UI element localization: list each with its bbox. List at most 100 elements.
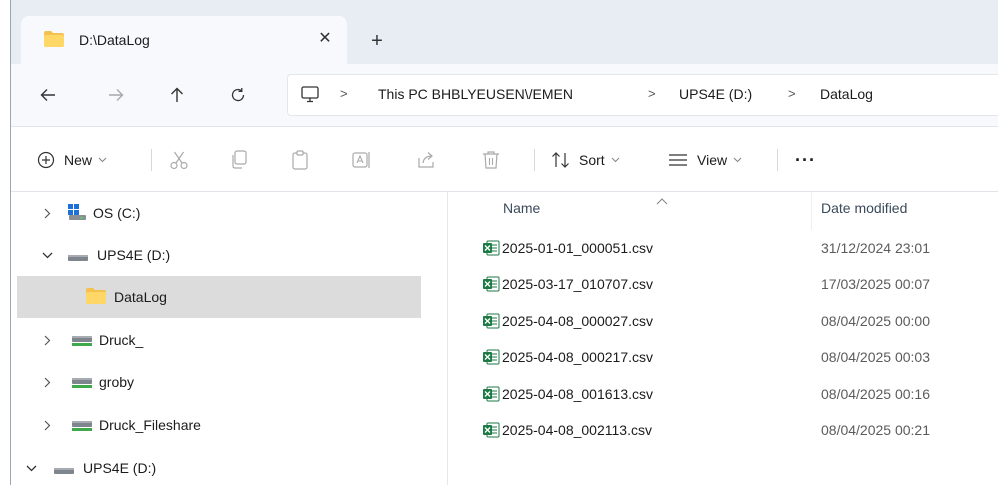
- file-date-modified: 08/04/2025 00:03: [821, 349, 930, 366]
- breadcrumb-drive[interactable]: UPS4E (D:): [679, 86, 752, 102]
- file-row[interactable]: 2025-03-17_010707.csv 17/03/2025 00:07: [448, 266, 998, 302]
- rename-button[interactable]: [349, 147, 375, 173]
- sort-icon: [552, 152, 569, 168]
- tab-close-button[interactable]: ✕: [313, 27, 337, 51]
- excel-csv-icon: [482, 421, 500, 442]
- file-date-modified: 17/03/2025 00:07: [821, 276, 930, 293]
- column-divider[interactable]: [811, 192, 812, 230]
- view-button[interactable]: View: [668, 147, 742, 173]
- sidebar-item-ups4e-d-network[interactable]: UPS4E (D:): [11, 447, 447, 485]
- sidebar-item-label: OS (C:): [93, 205, 141, 221]
- chevron-right-icon[interactable]: [39, 417, 55, 433]
- title-bar: D:\DataLog ✕ +: [11, 0, 998, 64]
- new-button[interactable]: New: [37, 147, 107, 173]
- sidebar-item-label: groby: [99, 374, 135, 390]
- sort-button[interactable]: Sort: [551, 147, 620, 173]
- file-date-modified: 08/04/2025 00:16: [821, 385, 930, 402]
- share-icon: [418, 152, 434, 168]
- new-tab-button[interactable]: +: [363, 27, 391, 55]
- drive-icon: [53, 463, 75, 479]
- file-date-modified: 31/12/2024 23:01: [821, 240, 930, 256]
- forward-button[interactable]: [101, 80, 131, 110]
- chevron-down-icon[interactable]: [23, 460, 39, 476]
- excel-csv-icon: [482, 385, 500, 406]
- back-button[interactable]: [33, 80, 63, 110]
- new-label: New: [64, 152, 93, 168]
- refresh-button[interactable]: [223, 80, 253, 110]
- navigation-pane: OS (C:) UPS4E (D:) DataLog Druck_ groby …: [11, 192, 447, 485]
- view-label: View: [697, 152, 728, 168]
- sidebar-item-label: UPS4E (D:): [83, 460, 157, 476]
- excel-csv-icon: [482, 275, 500, 296]
- sidebar-item-label: UPS4E (D:): [97, 247, 171, 263]
- forward-arrow-icon: [109, 89, 124, 101]
- address-bar[interactable]: > This PC BHBLYEUSEN\/EMEN > UPS4E (D:) …: [287, 74, 998, 116]
- paste-button[interactable]: [287, 147, 313, 173]
- sort-label: Sort: [579, 152, 605, 168]
- up-button[interactable]: [162, 80, 192, 110]
- breadcrumb-separator: >: [340, 86, 348, 101]
- sidebar-item-ups4e-d[interactable]: UPS4E (D:): [11, 234, 447, 276]
- tab-datalog[interactable]: D:\DataLog ✕: [21, 16, 347, 64]
- windows-drive-icon: [67, 203, 87, 224]
- chevron-down-icon: [611, 157, 620, 163]
- file-row[interactable]: 2025-04-08_000027.csv 08/04/2025 00:00: [448, 303, 998, 339]
- cut-button[interactable]: [166, 147, 192, 173]
- chevron-right-icon[interactable]: [39, 205, 55, 221]
- column-header-name[interactable]: Name: [503, 200, 540, 216]
- rename-icon: [352, 152, 370, 168]
- file-name: 2025-04-08_002113.csv: [502, 422, 652, 438]
- sidebar-item-label: Druck_: [99, 332, 144, 348]
- excel-csv-icon: [482, 312, 500, 333]
- excel-csv-icon: [482, 239, 500, 260]
- sidebar-item-groby[interactable]: groby: [11, 361, 447, 403]
- sidebar-item-druck-fileshare[interactable]: Druck_Fileshare: [11, 404, 447, 446]
- view-lines-icon: [669, 154, 687, 166]
- sidebar-item-datalog[interactable]: DataLog: [17, 276, 421, 318]
- toolbar-divider: [534, 149, 535, 171]
- sidebar-item-os-c[interactable]: OS (C:): [11, 192, 447, 234]
- folder-icon: [43, 30, 65, 51]
- refresh-icon: [231, 88, 245, 102]
- file-list: Name Date modified 2025-01-01_000051.csv…: [448, 192, 998, 485]
- chevron-right-icon[interactable]: [39, 332, 55, 348]
- trash-icon: [483, 151, 499, 169]
- breadcrumb-separator: >: [648, 86, 656, 101]
- breadcrumb-datalog[interactable]: DataLog: [820, 86, 873, 102]
- drive-icon: [67, 250, 89, 266]
- file-row[interactable]: 2025-04-08_002113.csv 08/04/2025 00:21: [448, 412, 998, 448]
- chevron-down-icon[interactable]: [39, 247, 55, 263]
- command-bar: New Sort View ···: [11, 127, 998, 191]
- more-options-button[interactable]: ···: [795, 147, 816, 173]
- copy-button[interactable]: [226, 147, 252, 173]
- toolbar-divider: [151, 149, 152, 171]
- sidebar-item-label: DataLog: [114, 289, 167, 305]
- file-row[interactable]: 2025-04-08_000217.csv 08/04/2025 00:03: [448, 339, 998, 375]
- sidebar-item-druck[interactable]: Druck_: [11, 319, 447, 361]
- file-explorer-window: D:\DataLog ✕ + > This PC BHBLYEUSEN\/EME…: [10, 0, 998, 485]
- file-name: 2025-03-17_010707.csv: [502, 276, 654, 293]
- breadcrumb-separator: >: [788, 86, 796, 101]
- delete-button[interactable]: [478, 147, 504, 173]
- share-button[interactable]: [413, 147, 439, 173]
- folder-icon: [85, 287, 107, 308]
- chevron-right-icon[interactable]: [39, 374, 55, 390]
- network-drive-icon: [71, 376, 93, 392]
- column-header-date[interactable]: Date modified: [821, 200, 907, 216]
- breadcrumb-this-pc[interactable]: This PC BHBLYEUSEN\/EMEN: [378, 86, 573, 102]
- file-row[interactable]: 2025-01-01_000051.csv 31/12/2024 23:01: [448, 230, 998, 266]
- up-arrow-icon: [171, 87, 183, 102]
- chevron-down-icon: [98, 157, 107, 163]
- file-name: 2025-04-08_000217.csv: [502, 349, 654, 366]
- file-name: 2025-01-01_000051.csv: [502, 240, 654, 256]
- copy-icon: [232, 150, 247, 169]
- file-name: 2025-04-08_000027.csv: [502, 312, 654, 329]
- sort-ascending-icon: [656, 192, 668, 208]
- sidebar-item-label: Druck_Fileshare: [99, 417, 201, 433]
- file-date-modified: 08/04/2025 00:21: [821, 422, 930, 438]
- chevron-down-icon: [733, 157, 742, 163]
- network-drive-icon: [71, 419, 93, 435]
- plus-circle-icon: [37, 151, 55, 169]
- toolbar-divider: [777, 149, 778, 171]
- file-row[interactable]: 2025-04-08_001613.csv 08/04/2025 00:16: [448, 376, 998, 412]
